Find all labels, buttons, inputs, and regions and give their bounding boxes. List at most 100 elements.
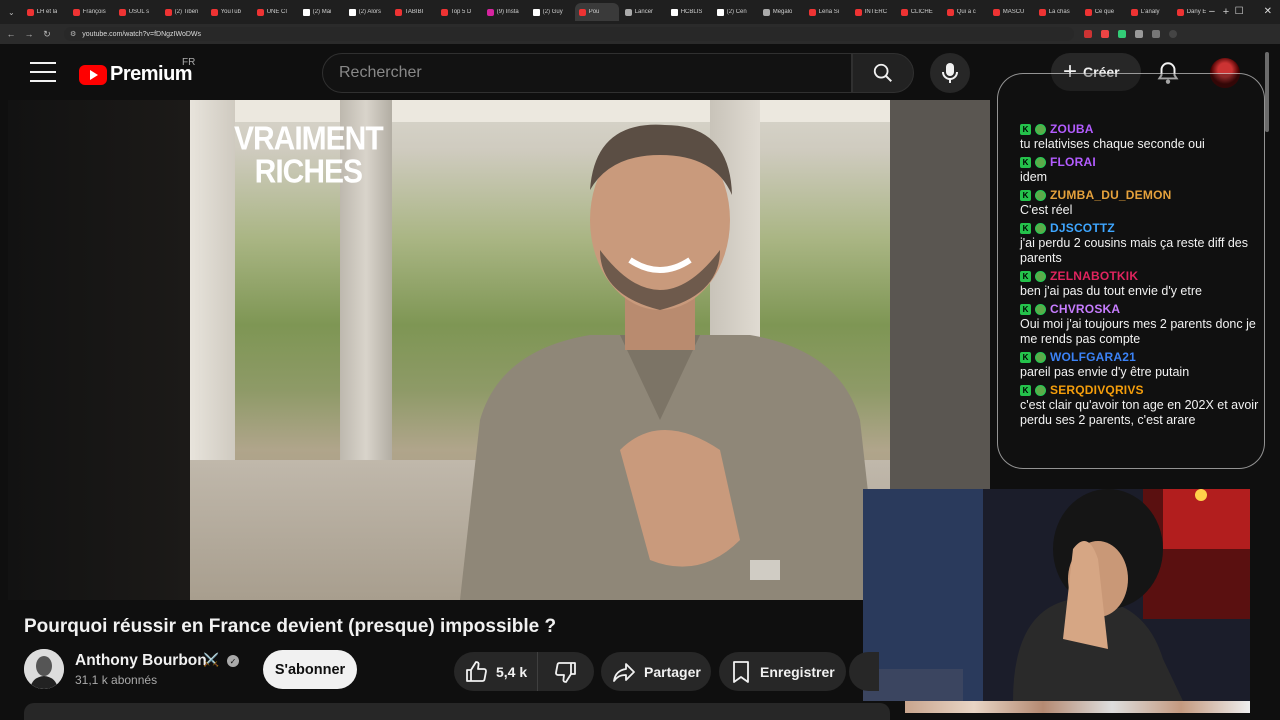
browser-tab[interactable]: MASCU (989, 3, 1033, 21)
browser-tab[interactable]: (2) Alors (345, 3, 389, 21)
chat-text: idem (1020, 170, 1048, 184)
tab-label: MASCU (1002, 9, 1025, 15)
tab-label: (2) Tiben (174, 9, 199, 15)
extension-icon[interactable] (1101, 30, 1109, 38)
browser-tab[interactable]: François (69, 3, 113, 21)
subscribe-button[interactable]: S'abonner (263, 650, 357, 689)
dislike-button[interactable] (538, 652, 593, 691)
search-button[interactable] (852, 53, 914, 93)
tab-search-icon[interactable]: ⌄ (8, 8, 15, 17)
tab-label: (2) Alors (358, 9, 382, 15)
forward-icon[interactable]: → (22, 29, 36, 39)
more-actions-button[interactable] (849, 652, 879, 691)
description-box[interactable] (24, 703, 890, 720)
reload-icon[interactable]: ↻ (40, 29, 54, 40)
browser-tab[interactable]: La chas (1035, 3, 1079, 21)
screen: ⌄ LH et la François USUL s (2) Tiben YouTub U… (0, 0, 1280, 720)
chat-text: ben j'ai pas du tout envie d'y etre (1020, 284, 1202, 298)
extensions-icon[interactable] (1152, 30, 1160, 38)
maximize-icon[interactable]: ☐ (1235, 6, 1244, 17)
chat-username[interactable]: FLORAI (1050, 155, 1096, 169)
chat-username[interactable]: CHVROSKA (1050, 302, 1120, 316)
kick-badge-icon: K (1020, 351, 1031, 363)
search-input[interactable] (339, 64, 819, 82)
recommendation-thumbnails[interactable] (905, 701, 1250, 713)
chat-username[interactable]: ZELNABOTKIK (1050, 269, 1138, 283)
share-button[interactable]: Partager (601, 652, 711, 691)
browser-tab[interactable]: (2) Cen (713, 3, 757, 21)
chat-username[interactable]: DJSCOTTZ (1050, 221, 1115, 235)
browser-tab[interactable]: Lena Si (805, 3, 849, 21)
instagram-favicon-icon (486, 8, 494, 16)
browser-tab[interactable]: YouTub (207, 3, 251, 21)
video-scene-pillar (190, 100, 235, 500)
browser-tab[interactable]: HCBLIS (667, 3, 711, 21)
page-scrollbar[interactable] (1264, 44, 1270, 720)
tab-label: LH et la (36, 9, 58, 15)
scrollbar-thumb[interactable] (1265, 52, 1269, 132)
x-favicon-icon (348, 8, 356, 16)
chat-username[interactable]: WOLFGARA21 (1050, 350, 1136, 364)
like-button[interactable]: 5,4 k (454, 652, 538, 691)
like-dislike-group: 5,4 k (454, 652, 594, 691)
browser-tab[interactable]: Pou (574, 3, 619, 21)
browser-tab[interactable]: (2) Tiben (161, 3, 205, 21)
extension-icon[interactable] (1084, 30, 1092, 38)
browser-tab[interactable]: Qui a c (943, 3, 987, 21)
menu-icon[interactable] (30, 62, 56, 82)
tab-label: Megalo (772, 9, 793, 15)
extension-icons (1084, 30, 1177, 38)
minimize-icon[interactable]: – (1209, 6, 1215, 17)
chat-username[interactable]: ZUMBA_DU_DEMON (1050, 188, 1171, 202)
save-button[interactable]: Enregistrer (719, 652, 846, 691)
chat-username[interactable]: SERQDIVQRIVS (1050, 383, 1144, 397)
extension-icon[interactable] (1118, 30, 1126, 38)
youtube-favicon-icon (256, 8, 264, 16)
browser-tab[interactable]: Lancer (621, 3, 665, 21)
browser-tab[interactable]: Megalo (759, 3, 803, 21)
browser-tab[interactable]: Top 5 D (437, 3, 481, 21)
emote-badge-icon (1035, 123, 1046, 135)
youtube-favicon-icon (900, 8, 908, 16)
voice-search-button[interactable] (930, 53, 970, 93)
kick-badge-icon: K (1020, 189, 1031, 201)
profile-icon[interactable] (1169, 30, 1177, 38)
chat-author: K ZUMBA_DU_DEMON (1020, 187, 1265, 203)
emote-badge-icon (1035, 156, 1046, 168)
chat-username[interactable]: ZOUBA (1050, 122, 1094, 136)
chat-text: pareil pas envie d'y être putain (1020, 365, 1190, 379)
chat-message: K FLORAI idem (1020, 154, 1265, 185)
browser-tab[interactable]: L'analy (1127, 3, 1171, 21)
youtube-favicon-icon (440, 8, 448, 16)
back-icon[interactable]: ← (4, 29, 18, 39)
site-info-icon[interactable]: ⚙ (70, 30, 76, 38)
close-icon[interactable]: ✕ (1264, 6, 1272, 17)
tab-label: INTERC (864, 9, 888, 15)
verified-badge-icon: ✓ (227, 655, 239, 667)
browser-tab[interactable]: (9) Insta (483, 3, 527, 21)
chat-text: c'est clair qu'avoir ton age en 202X et … (1020, 398, 1259, 427)
channel-avatar[interactable] (24, 649, 64, 689)
browser-tab[interactable]: LH et la (23, 3, 67, 21)
x-favicon-icon (716, 8, 724, 16)
browser-tab[interactable]: TABIBI (391, 3, 435, 21)
browser-tab[interactable]: CLICHE (897, 3, 941, 21)
youtube-premium-logo[interactable]: Premium FR (79, 57, 195, 86)
tab-label: Qui a c (956, 9, 976, 15)
browser-tab[interactable]: (2) Mai (299, 3, 343, 21)
browser-tab[interactable]: INTERC (851, 3, 895, 21)
youtube-favicon-icon (1038, 8, 1046, 16)
browser-tab[interactable]: (2) Guy (529, 3, 573, 21)
chat-text: tu relativises chaque seconde oui (1020, 137, 1205, 151)
address-bar[interactable]: ⚙ youtube.com/watch?v=fDNgzIWoDWs (64, 27, 1074, 41)
youtube-favicon-icon (164, 8, 172, 16)
browser-tab[interactable]: Ce que (1081, 3, 1125, 21)
tab-label: (2) Guy (542, 9, 563, 15)
kick-badge-icon: K (1020, 384, 1031, 396)
browser-tab[interactable]: UNE CI (253, 3, 297, 21)
youtube-favicon-icon (394, 8, 402, 16)
browser-tab[interactable]: USUL s (115, 3, 159, 21)
video-player[interactable]: VRAIMENT RICHES (190, 100, 890, 600)
channel-name[interactable]: Anthony Bourbon (75, 652, 207, 670)
extension-icon[interactable] (1135, 30, 1143, 38)
